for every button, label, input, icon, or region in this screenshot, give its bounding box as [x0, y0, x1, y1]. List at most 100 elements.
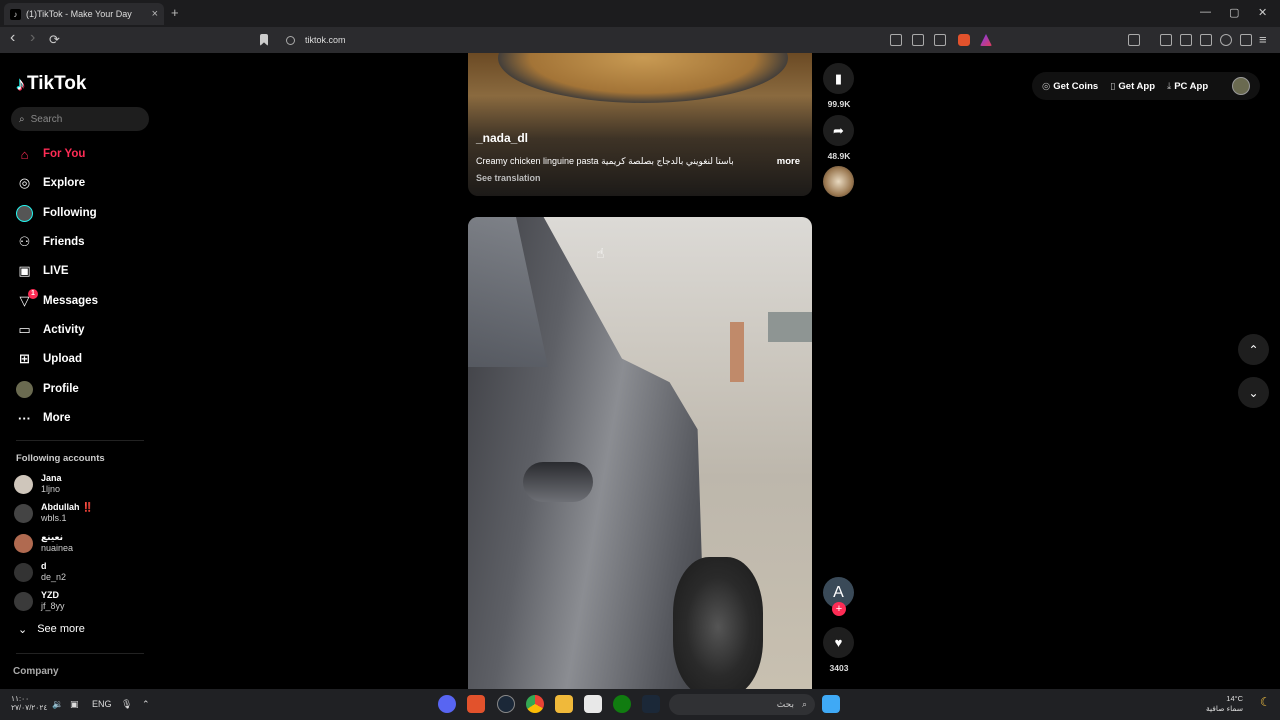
following-account[interactable]: Jana 1ljno [14, 473, 62, 495]
vpn-icon[interactable] [1240, 34, 1252, 46]
friends-icon: ⚇ [18, 234, 31, 249]
following-account[interactable]: YZD jf_8yy [14, 590, 65, 612]
browser-tab[interactable]: ♪ (1)TikTok - Make Your Day × [4, 3, 164, 25]
tray-chevron-up-icon[interactable]: ⌃ [142, 699, 150, 710]
following-account[interactable]: Abdullah ‼️ wbls.1 [14, 502, 93, 524]
site-info-icon[interactable] [286, 36, 295, 45]
sound-disc-icon[interactable] [823, 166, 854, 197]
nav-friends[interactable]: ⚇ Friends [16, 232, 85, 252]
discord-app-icon[interactable] [438, 695, 456, 713]
share-icon[interactable] [934, 34, 946, 46]
chevron-down-icon: ⌄ [1248, 385, 1259, 400]
microphone-icon[interactable]: 🎙 [121, 699, 132, 710]
taskbar-clock[interactable]: ١١:٠٠ ٢٧/٠٧/٢٠٢٤ [11, 694, 47, 712]
nav-label: Friends [43, 236, 85, 248]
menu-icon[interactable]: ≡ [1259, 32, 1267, 47]
next-video-button[interactable]: ⌄ [1238, 377, 1269, 408]
steam-app-icon[interactable] [642, 695, 660, 713]
tiktok-logo[interactable]: ♪ TikTok [16, 73, 86, 95]
start-menu-icon[interactable] [822, 695, 840, 713]
see-more-button[interactable]: ⌄ See more [18, 623, 85, 636]
following-account[interactable]: d de_n2 [14, 561, 66, 583]
get-coins-button[interactable]: ◎ Get Coins [1042, 81, 1098, 92]
weather-widget[interactable]: 14°C سماء صافية [1206, 694, 1243, 714]
video-thumbnail [498, 53, 788, 103]
network-icon[interactable]: ▣ [70, 699, 79, 710]
windows-taskbar: ١١:٠٠ ٢٧/٠٧/٢٠٢٤ 🔉 ▣ ENG 🎙 ⌃ بحث ⌕ 14°C … [0, 689, 1280, 720]
nav-label: For You [43, 148, 86, 160]
previous-video-button[interactable]: ⌃ [1238, 334, 1269, 365]
language-indicator[interactable]: ENG [92, 699, 112, 709]
cast-icon[interactable] [912, 34, 924, 46]
nav-upload[interactable]: ⊞ Upload [16, 349, 82, 369]
address-bar: ‹ › ⟳ tiktok.com ≡ [0, 27, 1280, 53]
chrome-app-icon[interactable] [526, 695, 544, 713]
media-icon[interactable] [1160, 34, 1172, 46]
screenshot-icon[interactable] [1128, 34, 1140, 46]
maximize-button[interactable]: ▢ [1229, 6, 1239, 19]
url-field[interactable]: tiktok.com [305, 35, 346, 45]
nav-profile[interactable]: Profile [16, 379, 79, 399]
nav-label: More [43, 412, 71, 424]
video-author[interactable]: _nada_dl [476, 131, 528, 145]
chevron-down-icon: ⌄ [18, 624, 28, 636]
follow-plus-icon[interactable]: + [832, 602, 846, 616]
tab-close-icon[interactable]: × [152, 8, 158, 20]
company-link[interactable]: Company [13, 666, 59, 677]
store-app-icon[interactable] [584, 695, 602, 713]
video-card-truck[interactable] [468, 217, 812, 689]
logo-text: TikTok [27, 73, 87, 94]
new-tab-button[interactable]: + [171, 5, 179, 20]
sidebar: ♪ TikTok ⌕ Search ⌂ For You ◎ Explore Fo… [0, 53, 160, 689]
taskbar-search[interactable]: بحث ⌕ [669, 694, 815, 715]
reader-icon[interactable] [890, 34, 902, 46]
nav-explore[interactable]: ◎ Explore [16, 173, 85, 193]
reload-button[interactable]: ⟳ [49, 32, 60, 48]
more-button[interactable]: more [777, 156, 800, 167]
brave-rewards-icon[interactable] [980, 34, 992, 46]
nav-activity[interactable]: ▭ Activity [16, 320, 84, 340]
sidebar-toggle-icon[interactable] [1180, 34, 1192, 46]
nav-for-you[interactable]: ⌂ For You [16, 144, 86, 164]
upload-icon: ⊞ [19, 351, 30, 366]
account-name: YZD [41, 590, 59, 600]
following-accounts-title: Following accounts [16, 453, 105, 464]
bookmark-button[interactable]: ▮ [823, 63, 854, 94]
nav-messages[interactable]: ▽ 1 Messages [16, 288, 98, 311]
video-card-pasta[interactable]: _nada_dl Creamy chicken linguine pasta ب… [468, 53, 812, 196]
brave-shield-icon[interactable] [958, 34, 970, 46]
coin-icon: ◎ [1042, 80, 1051, 92]
account-handle: nuainea [41, 543, 74, 553]
profile-avatar[interactable] [1232, 77, 1250, 95]
nav-more[interactable]: ··· More [16, 408, 70, 428]
share-button[interactable]: ➦ [823, 115, 854, 146]
get-app-button[interactable]: ▯ Get App [1110, 81, 1155, 92]
nav-following[interactable]: Following [16, 203, 97, 223]
like-count: 3403 [829, 663, 849, 673]
leo-ai-icon[interactable] [1220, 34, 1232, 46]
messages-badge: 1 [28, 288, 38, 299]
file-explorer-icon[interactable] [555, 695, 573, 713]
nav-live[interactable]: ▣ LIVE [16, 261, 68, 281]
xbox-app-icon[interactable] [613, 695, 631, 713]
speaker-icon[interactable]: 🔉 [52, 699, 63, 710]
following-account[interactable]: نعينع nuainea [14, 532, 73, 554]
back-button[interactable]: ‹ [10, 29, 15, 47]
forward-button[interactable]: › [30, 29, 35, 47]
download-icon: ⤓ [1167, 80, 1172, 92]
window-close-button[interactable]: ✕ [1258, 6, 1267, 19]
see-translation-link[interactable]: See translation [476, 173, 541, 183]
clock-date: ٢٧/٠٧/٢٠٢٤ [11, 703, 48, 712]
minimize-button[interactable]: — [1200, 6, 1211, 18]
moon-icon: ☾ [1260, 695, 1271, 709]
avatar-letter: A [833, 583, 844, 601]
search-input[interactable]: ⌕ Search [11, 107, 149, 131]
brave-browser-icon[interactable] [467, 695, 485, 713]
bookmark-icon[interactable] [260, 34, 268, 46]
sidebar-divider [16, 440, 144, 441]
weather-temp: 14°C [1226, 694, 1244, 703]
settings-app-icon[interactable] [497, 695, 515, 713]
wallet-icon[interactable] [1200, 34, 1212, 46]
pc-app-button[interactable]: ⤓ PC App [1167, 81, 1208, 92]
like-button[interactable]: ♥ [823, 627, 854, 658]
